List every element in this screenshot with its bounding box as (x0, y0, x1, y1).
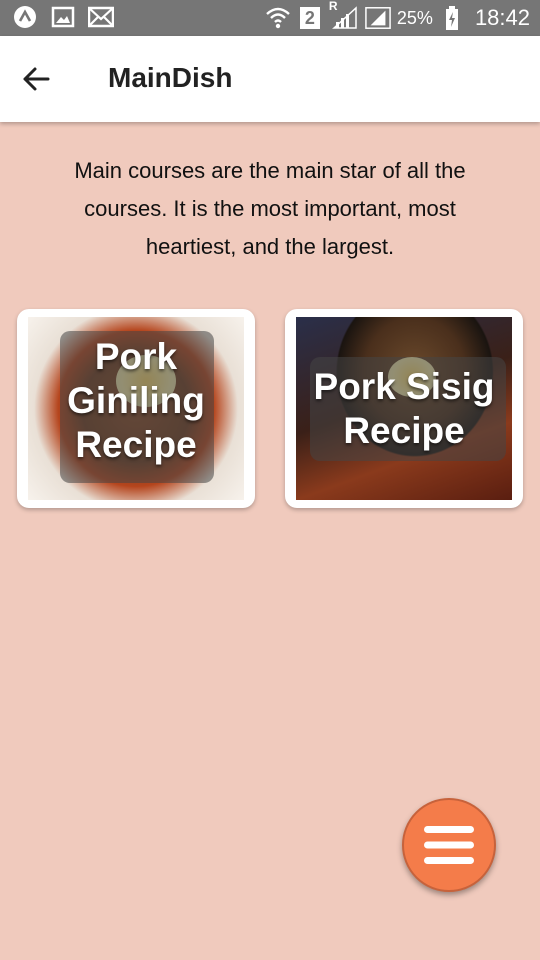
pork-giniling-image: Pork Giniling Recipe (28, 317, 244, 500)
card-label-line: Recipe (75, 424, 197, 465)
mail-icon (88, 4, 114, 30)
app-bar: MainDish (0, 36, 540, 122)
wifi-icon (265, 5, 291, 31)
status-bar-right: 2 R 25% 18:42 (265, 0, 530, 32)
signal-icon-2 (365, 5, 391, 31)
card-label-line: Recipe (343, 410, 465, 451)
status-bar: 2 R 25% 18:42 (0, 0, 540, 36)
page-title: MainDish (108, 62, 233, 93)
recipe-card-pork-giniling[interactable]: Pork Giniling Recipe (17, 309, 255, 508)
description-text: Main courses are the main star of all th… (74, 158, 466, 259)
card-label-line: Giniling (67, 380, 205, 421)
image-icon (50, 4, 76, 30)
sim-icon: 2 (297, 5, 323, 31)
menu-fab-button[interactable] (402, 798, 496, 892)
recipe-card-pork-sisig[interactable]: Pork Sisig Recipe (285, 309, 523, 508)
status-bar-left (12, 4, 114, 30)
battery-percent: 25% (396, 8, 433, 28)
clock: 18:42 (474, 5, 530, 30)
pork-sisig-image: Pork Sisig Recipe (296, 317, 512, 500)
back-button[interactable] (18, 61, 54, 97)
battery-icon (439, 5, 465, 31)
app-icon (12, 4, 38, 30)
menu-icon (424, 826, 474, 864)
card-label-line: Pork (94, 336, 178, 377)
card-label-line: Pork Sisig (313, 366, 495, 407)
sim-slot-label: 2 (304, 8, 315, 28)
arrow-left-icon (23, 67, 50, 91)
roaming-label: R (328, 0, 338, 13)
signal-icon: R (329, 0, 359, 31)
